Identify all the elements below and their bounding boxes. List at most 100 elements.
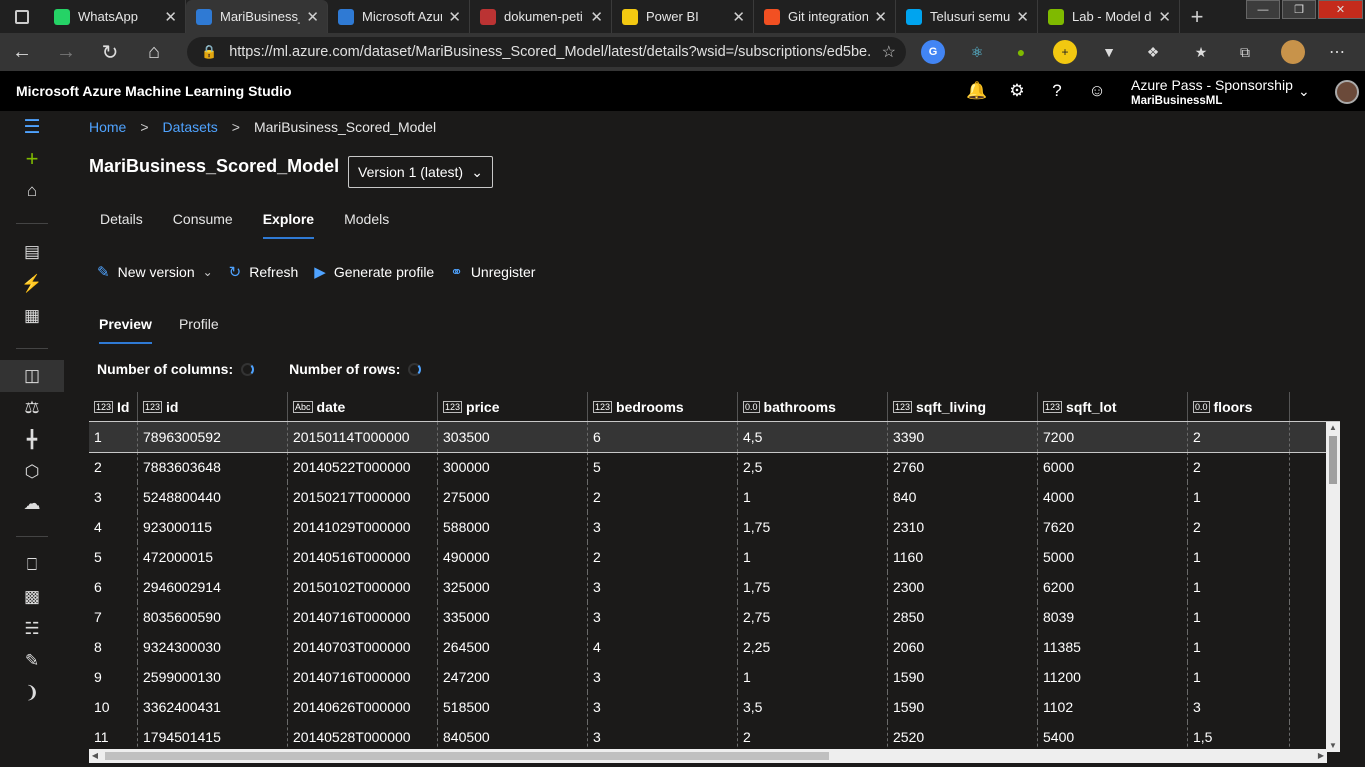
- close-window-button[interactable]: ✕: [1318, 0, 1363, 19]
- column-header[interactable]: 123 id: [138, 392, 288, 422]
- close-tab-icon[interactable]: ✕: [448, 8, 461, 26]
- scroll-up-arrow-icon[interactable]: ▲: [1326, 422, 1340, 434]
- browser-tab[interactable]: Git integration ✕: [754, 0, 896, 33]
- table-row[interactable]: 5 472000015 20140516T000000 490000 2 1 1160 500…: [89, 542, 1340, 572]
- restore-button[interactable]: ❐: [1282, 0, 1316, 19]
- profile-avatar[interactable]: [1281, 40, 1305, 64]
- browser-tab[interactable]: WhatsApp ✕: [44, 0, 186, 33]
- add-favorite-icon[interactable]: ☆: [882, 42, 896, 62]
- bell-icon[interactable]: 🔔: [966, 81, 987, 101]
- models-icon[interactable]: ⬡: [0, 456, 64, 488]
- collections-icon[interactable]: ⧉: [1233, 40, 1257, 64]
- column-header[interactable]: 123 Id: [89, 392, 138, 422]
- column-header[interactable]: 123 sqft_lot: [1038, 392, 1188, 422]
- tab-actions-button[interactable]: [0, 0, 44, 33]
- feedback-smiley-icon[interactable]: ☺: [1087, 81, 1107, 101]
- unregister-button[interactable]: ⚭ Unregister: [450, 263, 535, 281]
- endpoints-icon[interactable]: ☁: [0, 488, 64, 520]
- table-row[interactable]: 2 7883603648 20140522T000000 300000 5 2,5 2760…: [89, 452, 1340, 482]
- more-menu-icon[interactable]: ⋯: [1325, 40, 1349, 64]
- extensions-icon[interactable]: ❖: [1141, 40, 1165, 64]
- reload-button[interactable]: ↻: [88, 40, 132, 65]
- scroll-down-arrow-icon[interactable]: ▼: [1326, 740, 1340, 752]
- column-header[interactable]: Abc date: [288, 392, 438, 422]
- horizontal-scrollbar[interactable]: ◀ ▶: [89, 749, 1327, 763]
- notebooks-icon[interactable]: ▤: [0, 236, 64, 268]
- tab-consume[interactable]: Consume: [173, 211, 233, 239]
- experiments-icon[interactable]: ⚖: [0, 392, 64, 424]
- hamburger-menu-icon[interactable]: ☰: [0, 111, 64, 143]
- react-extension-icon[interactable]: ⚛: [965, 40, 989, 64]
- close-tab-icon[interactable]: ✕: [306, 8, 319, 26]
- tab-explore[interactable]: Explore: [262, 211, 315, 239]
- column-header[interactable]: 123 bedrooms: [588, 392, 738, 422]
- breadcrumb-datasets[interactable]: Datasets: [163, 119, 218, 135]
- table-row[interactable]: 8 9324300030 20140703T000000 264500 4 2,25 206…: [89, 632, 1340, 662]
- close-tab-icon[interactable]: ✕: [732, 8, 745, 26]
- breadcrumb-home[interactable]: Home: [89, 119, 126, 135]
- close-tab-icon[interactable]: ✕: [1016, 8, 1029, 26]
- scroll-left-arrow-icon[interactable]: ◀: [89, 749, 101, 763]
- column-header[interactable]: 0.0 bathrooms: [738, 392, 888, 422]
- browser-tab[interactable]: Telusuri semua ✕: [896, 0, 1038, 33]
- table-row[interactable]: 1 7896300592 20150114T000000 303500 6 4,5 3390…: [89, 421, 1340, 453]
- browser-tab[interactable]: dokumen-peti ✕: [470, 0, 612, 33]
- tab-preview[interactable]: Preview: [99, 316, 152, 344]
- table-row[interactable]: 4 923000115 20141029T000000 588000 3 1,75 2310…: [89, 512, 1340, 542]
- column-header[interactable]: 123 sqft_living: [888, 392, 1038, 422]
- forward-button[interactable]: →: [44, 41, 88, 64]
- table-row[interactable]: 6 2946002914 20150102T000000 325000 3 1,75 230…: [89, 572, 1340, 602]
- gear-icon[interactable]: ⚙: [1007, 81, 1027, 101]
- tab-models[interactable]: Models: [344, 211, 389, 239]
- browser-tab[interactable]: MariBusiness_S ✕: [186, 0, 328, 33]
- table-row[interactable]: 9 2599000130 20140716T000000 247200 3 1 1590 11…: [89, 662, 1340, 692]
- column-header[interactable]: 123 price: [438, 392, 588, 422]
- automated-ml-icon[interactable]: ⚡: [0, 268, 64, 300]
- account-switcher[interactable]: Azure Pass - Sponsorship MariBusinessML: [1131, 77, 1293, 107]
- browser-tab[interactable]: Power BI ✕: [612, 0, 754, 33]
- table-row[interactable]: 10 3362400431 20140626T000000 518500 3 3,5 159…: [89, 692, 1340, 722]
- tab-profile[interactable]: Profile: [179, 316, 219, 344]
- help-icon[interactable]: ?: [1047, 81, 1067, 101]
- close-tab-icon[interactable]: ✕: [590, 8, 603, 26]
- close-tab-icon[interactable]: ✕: [164, 8, 177, 26]
- designer-icon[interactable]: ▦: [0, 300, 64, 332]
- back-button[interactable]: ←: [0, 41, 44, 64]
- create-new-icon[interactable]: +: [0, 143, 64, 175]
- browser-tab[interactable]: Microsoft Azur ✕: [328, 0, 470, 33]
- vertical-scrollbar[interactable]: ▲ ▼: [1326, 422, 1340, 752]
- chevron-down-icon[interactable]: ⌄: [1298, 83, 1310, 100]
- address-bar[interactable]: 🔒 https://ml.azure.com/dataset/MariBusin…: [187, 37, 906, 67]
- translate-extension-icon[interactable]: G: [921, 40, 945, 64]
- scrollbar-thumb[interactable]: [1329, 436, 1337, 484]
- compute-icon[interactable]: ⎕: [0, 549, 64, 581]
- tab-details[interactable]: Details: [100, 211, 143, 239]
- new-tab-button[interactable]: +: [1180, 0, 1214, 33]
- new-version-button[interactable]: ✎ New version ⌄: [97, 263, 213, 281]
- datastores-icon[interactable]: ☵: [0, 613, 64, 645]
- close-tab-icon[interactable]: ✕: [874, 8, 887, 26]
- close-tab-icon[interactable]: ✕: [1158, 8, 1171, 26]
- favorites-icon[interactable]: ★: [1189, 40, 1213, 64]
- data-labeling-icon[interactable]: ✎: [0, 645, 64, 677]
- home-button[interactable]: ⌂: [132, 41, 176, 64]
- home-icon[interactable]: ⌂: [0, 175, 64, 207]
- table-row[interactable]: 7 8035600590 20140716T000000 335000 3 2,75 285…: [89, 602, 1340, 632]
- column-header[interactable]: 0.0 floors: [1188, 392, 1290, 422]
- avatar[interactable]: [1335, 80, 1359, 104]
- browser-tab[interactable]: Lab - Model da ✕: [1038, 0, 1180, 33]
- linked-services-icon[interactable]: ❩: [0, 677, 64, 709]
- generate-profile-button[interactable]: ▶ Generate profile: [314, 263, 434, 281]
- scroll-right-arrow-icon[interactable]: ▶: [1315, 749, 1327, 763]
- plus-extension-icon[interactable]: +: [1053, 40, 1077, 64]
- pipelines-icon[interactable]: ╋: [0, 424, 64, 456]
- table-row[interactable]: 3 5248800440 20150217T000000 275000 2 1 840 400…: [89, 482, 1340, 512]
- environments-icon[interactable]: ▩: [0, 581, 64, 613]
- globe-extension-icon[interactable]: ●: [1009, 40, 1033, 64]
- refresh-button[interactable]: ↻ Refresh: [229, 263, 299, 281]
- datasets-icon[interactable]: ◫: [0, 360, 64, 392]
- table-row[interactable]: 11 1794501415 20140528T000000 840500 3 2 2520 5…: [89, 722, 1340, 752]
- minimize-button[interactable]: —: [1246, 0, 1280, 19]
- version-dropdown[interactable]: Version 1 (latest) ⌄: [348, 156, 493, 188]
- scrollbar-thumb[interactable]: [105, 752, 829, 760]
